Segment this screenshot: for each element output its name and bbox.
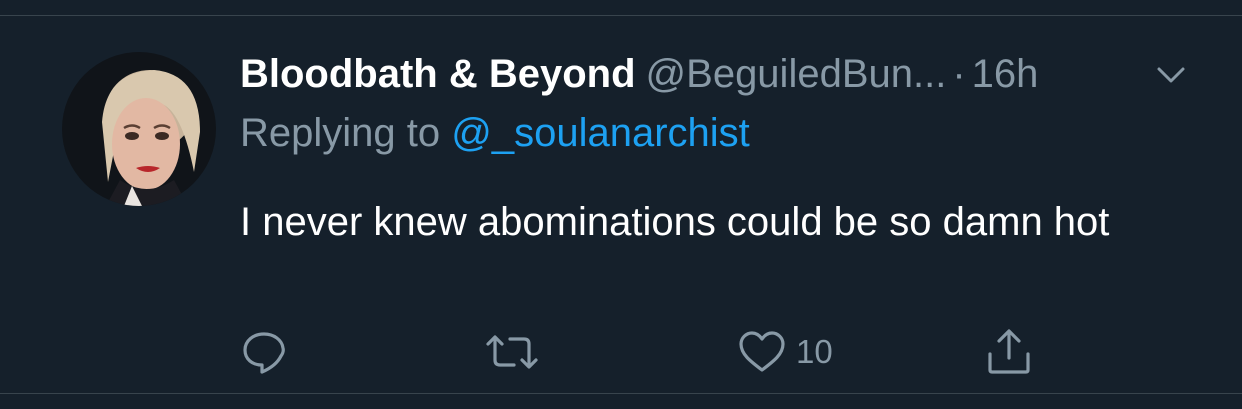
tweet-text: I never knew abominations could be so da… [240,200,1110,244]
share-icon [984,328,1034,376]
chevron-down-icon[interactable] [1154,60,1188,90]
timestamp[interactable]: 16h [972,52,1039,96]
share-button[interactable] [984,322,1034,382]
replying-to-label: Replying to [240,111,452,155]
avatar[interactable] [62,52,216,206]
like-count: 10 [796,333,833,370]
heart-icon [736,328,788,376]
action-bar: 10 [0,322,1242,382]
tweet-header: Bloodbath & Beyond @BeguiledBun... · 16h [240,50,1038,98]
like-button[interactable]: 10 [736,322,833,382]
display-name[interactable]: Bloodbath & Beyond [240,52,636,96]
mention-link[interactable]: @_soulanarchist [451,111,750,155]
reply-icon [240,328,288,376]
reply-button[interactable] [240,322,288,382]
retweet-icon [482,328,542,376]
separator-dot: · [952,52,966,96]
retweet-button[interactable] [482,322,542,382]
tweet[interactable]: Bloodbath & Beyond @BeguiledBun... · 16h Re… [0,15,1242,394]
user-handle[interactable]: @BeguiledBun... [646,52,947,96]
replying-to: Replying to @_soulanarchist [240,109,750,157]
